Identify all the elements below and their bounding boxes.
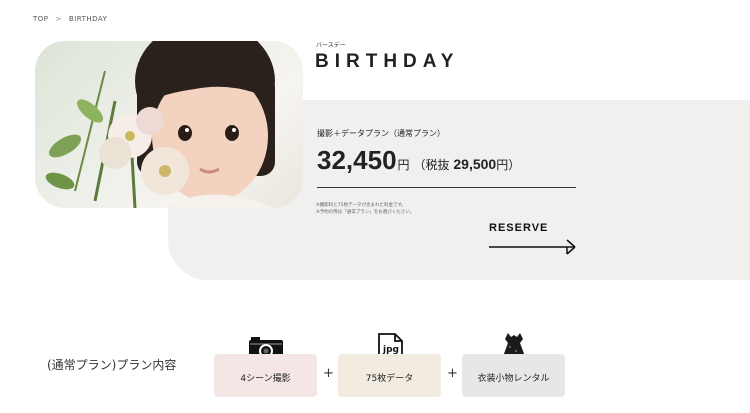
plan-name: 撮影＋データプラン（通常プラン） xyxy=(317,129,445,138)
plan-item-card: 衣装小物レンタル xyxy=(462,354,565,397)
hero-photo xyxy=(35,41,303,208)
title-ruby: バースデー xyxy=(316,42,346,49)
breadcrumb: TOP > BIRTHDAY xyxy=(33,15,107,23)
price-value: 32,450 xyxy=(317,145,397,175)
breadcrumb-home-link[interactable]: TOP xyxy=(33,15,49,23)
breadcrumb-current: BIRTHDAY xyxy=(68,15,108,23)
child-with-flowers-image xyxy=(45,41,275,208)
plus-sign: + xyxy=(323,366,334,381)
arrow-right-icon[interactable] xyxy=(489,238,579,256)
plus-sign: + xyxy=(447,366,458,381)
plan-item-card: 75枚データ xyxy=(338,354,441,397)
plan-contents-title: (通常プラン)プラン内容 xyxy=(47,358,177,372)
page-title: BIRTHDAY xyxy=(315,51,460,72)
tax-price-value: 29,500 xyxy=(453,156,497,172)
tax-excluded-price: （税抜 29,500円） xyxy=(413,156,521,172)
plan-item-label: 75枚データ xyxy=(365,374,414,384)
price-line: 32,450円 （税抜 29,500円） xyxy=(317,145,520,176)
tax-suffix: 円） xyxy=(496,158,521,172)
plan-item-label: 4シーン撮影 xyxy=(240,374,291,384)
breadcrumb-separator: > xyxy=(55,15,62,23)
tax-prefix: （税抜 xyxy=(413,158,454,172)
reserve-button[interactable]: RESERVE xyxy=(489,222,548,234)
note-1: ※撮影料と75枚データが含まれた料金です。 xyxy=(316,203,407,208)
price-unit: 円 xyxy=(397,158,410,172)
price-divider xyxy=(317,187,576,188)
price-notes: ※撮影料と75枚データが含まれた料金です。 ※予約の際は「通常プラン」をお選びく… xyxy=(316,202,414,216)
plan-item-card: 4シーン撮影 xyxy=(214,354,317,397)
plan-item-label: 衣装小物レンタル xyxy=(477,374,550,384)
note-2: ※予約の際は「通常プラン」をお選びください。 xyxy=(316,210,415,215)
